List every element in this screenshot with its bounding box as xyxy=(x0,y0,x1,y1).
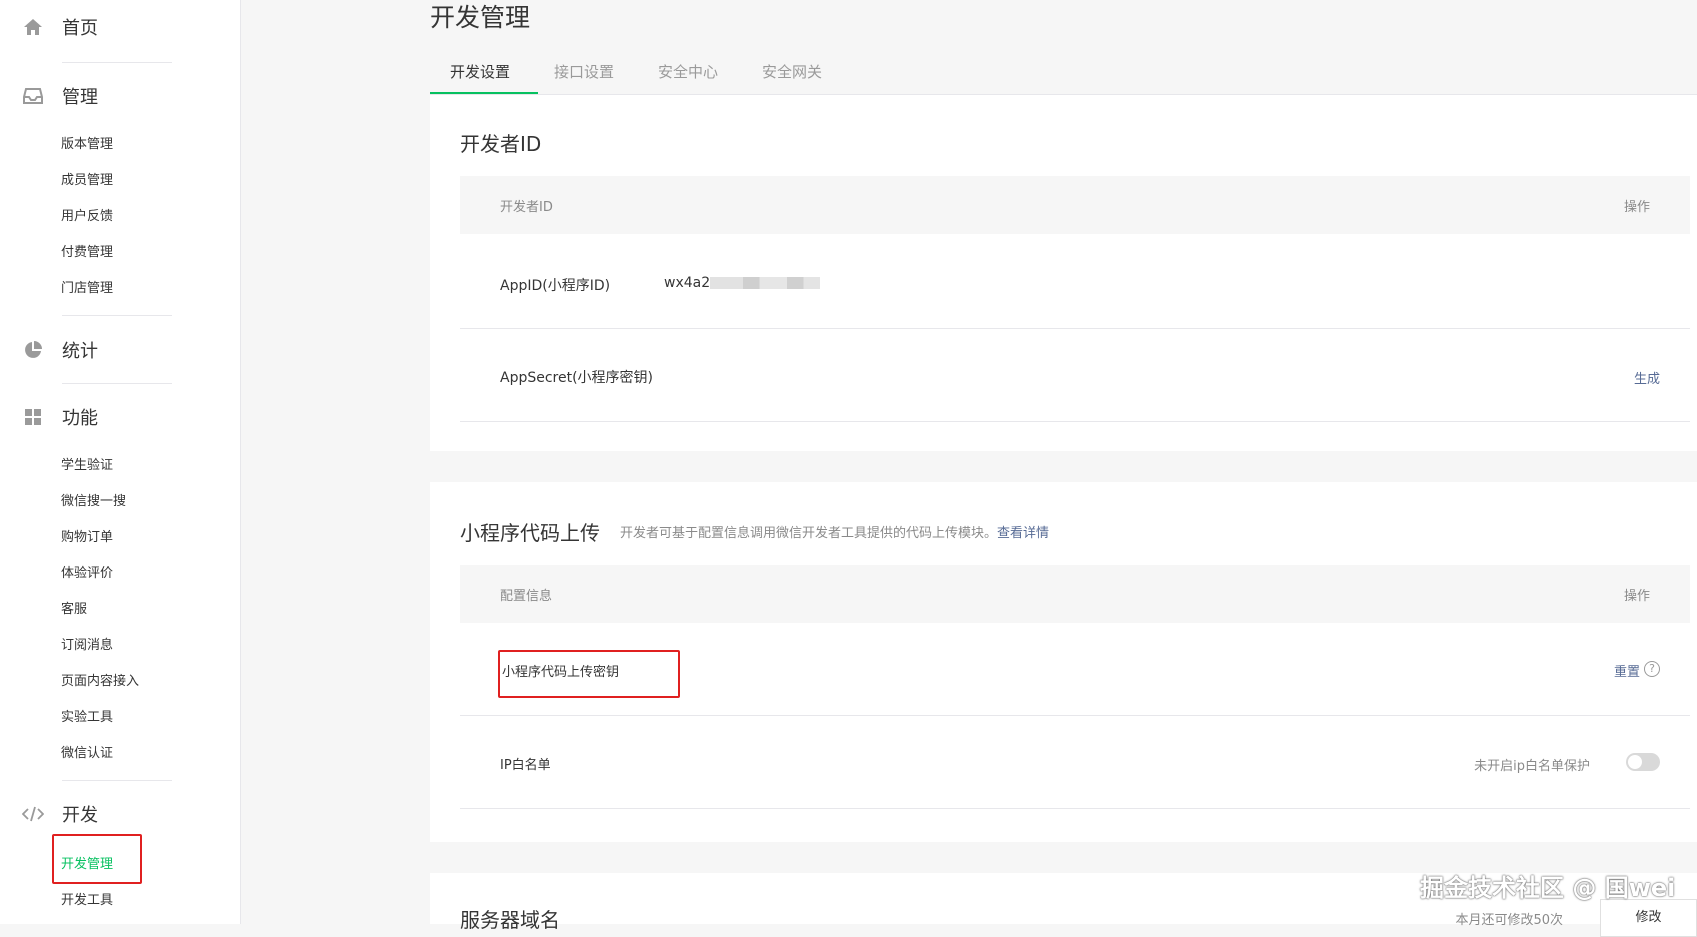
tab-dev-settings[interactable]: 开发设置 xyxy=(450,58,510,94)
tab-api-settings[interactable]: 接口设置 xyxy=(554,58,614,94)
nav-manage-label: 管理 xyxy=(62,87,98,108)
developer-id-card: 开发者ID 开发者ID 操作 AppID(小程序ID) wx4a2 AppSec… xyxy=(430,95,1697,451)
pie-chart-icon xyxy=(22,339,44,361)
home-icon xyxy=(22,16,44,38)
inbox-icon xyxy=(22,85,44,107)
sidebar: 首页 管理 版本管理 成员管理 用户反馈 付费管理 门店管理 统计 功能 学生验… xyxy=(0,0,241,924)
watermark: 掘金技术社区 @ 国wei xyxy=(1420,874,1676,902)
nav-home[interactable]: 首页 xyxy=(22,12,98,42)
divider xyxy=(62,315,172,316)
sidebar-item-version[interactable]: 版本管理 xyxy=(61,135,113,155)
code-upload-title: 小程序代码上传 xyxy=(460,521,600,545)
nav-dev-label: 开发 xyxy=(62,805,98,826)
developer-id-table-header: 开发者ID 操作 xyxy=(460,176,1690,234)
ip-whitelist-label: IP白名单 xyxy=(500,758,551,773)
sidebar-item-review[interactable]: 体验评价 xyxy=(61,564,113,584)
code-icon xyxy=(22,803,44,825)
nav-manage[interactable]: 管理 xyxy=(22,81,98,111)
row-divider xyxy=(460,421,1690,422)
sidebar-item-feedback[interactable]: 用户反馈 xyxy=(61,207,113,227)
sidebar-item-search[interactable]: 微信搜一搜 xyxy=(61,492,126,512)
generate-secret-link[interactable]: 生成 xyxy=(1634,368,1660,387)
sidebar-item-payment[interactable]: 付费管理 xyxy=(61,243,113,263)
col-operation: 操作 xyxy=(1623,200,1650,215)
nav-stats-label: 统计 xyxy=(62,341,98,362)
appid-label: AppID(小程序ID) xyxy=(500,278,611,294)
row-divider xyxy=(460,808,1690,809)
col-config-info: 配置信息 xyxy=(500,589,553,604)
code-upload-desc: 开发者可基于配置信息调用微信开发者工具提供的代码上传模块。查看详情 xyxy=(620,522,1049,541)
code-upload-table-header: 配置信息 操作 xyxy=(460,565,1690,623)
modify-button[interactable]: 修改 xyxy=(1600,899,1697,937)
row-divider xyxy=(460,328,1690,329)
sidebar-item-content[interactable]: 页面内容接入 xyxy=(61,672,139,692)
sidebar-item-members[interactable]: 成员管理 xyxy=(61,171,113,191)
tab-bar: 开发设置 接口设置 安全中心 安全网关 xyxy=(430,58,1697,95)
col-operation: 操作 xyxy=(1623,589,1650,604)
appid-value: wx4a2 xyxy=(664,275,821,291)
sidebar-item-service[interactable]: 客服 xyxy=(61,600,87,620)
redacted-blur xyxy=(710,277,821,289)
reset-key-link[interactable]: 重置 xyxy=(1614,661,1640,680)
modify-remaining-count: 本月还可修改50次 xyxy=(1455,913,1563,928)
nav-stats[interactable]: 统计 xyxy=(22,335,98,365)
appsecret-label: AppSecret(小程序密钥) xyxy=(500,370,654,386)
highlight-box xyxy=(498,650,680,698)
highlight-box xyxy=(52,834,142,884)
nav-dev[interactable]: 开发 xyxy=(22,799,98,829)
sidebar-item-lab[interactable]: 实验工具 xyxy=(61,708,113,728)
code-upload-desc-text: 开发者可基于配置信息调用微信开发者工具提供的代码上传模块。 xyxy=(620,526,998,541)
view-details-link[interactable]: 查看详情 xyxy=(997,526,1049,541)
sidebar-item-subscribe[interactable]: 订阅消息 xyxy=(61,636,113,656)
sidebar-item-dev-tools[interactable]: 开发工具 xyxy=(61,891,113,911)
tab-security-center[interactable]: 安全中心 xyxy=(658,58,718,94)
divider xyxy=(62,62,172,63)
help-icon[interactable]: ? xyxy=(1640,661,1660,677)
appid-text: wx4a2 xyxy=(664,275,711,291)
col-developer-id: 开发者ID xyxy=(500,200,553,215)
row-divider xyxy=(460,715,1690,716)
code-upload-card: 小程序代码上传 开发者可基于配置信息调用微信开发者工具提供的代码上传模块。查看详… xyxy=(430,482,1697,842)
divider xyxy=(62,383,172,384)
ip-whitelist-toggle[interactable] xyxy=(1626,753,1660,771)
ip-whitelist-status: 未开启ip白名单保护 xyxy=(1474,759,1590,774)
page-title: 开发管理 xyxy=(430,3,531,32)
nav-home-label: 首页 xyxy=(62,18,98,39)
nav-features-label: 功能 xyxy=(62,408,98,429)
sidebar-item-store[interactable]: 门店管理 xyxy=(61,279,113,299)
divider xyxy=(62,780,172,781)
tab-active-indicator xyxy=(430,92,538,94)
grid-icon xyxy=(22,406,44,428)
sidebar-item-student[interactable]: 学生验证 xyxy=(61,456,113,476)
toggle-knob xyxy=(1628,755,1642,769)
tab-security-gateway[interactable]: 安全网关 xyxy=(762,58,822,94)
nav-features[interactable]: 功能 xyxy=(22,402,98,432)
sidebar-item-orders[interactable]: 购物订单 xyxy=(61,528,113,548)
developer-id-title: 开发者ID xyxy=(460,132,542,156)
sidebar-item-certify[interactable]: 微信认证 xyxy=(61,744,113,764)
server-domain-title: 服务器域名 xyxy=(460,908,560,932)
